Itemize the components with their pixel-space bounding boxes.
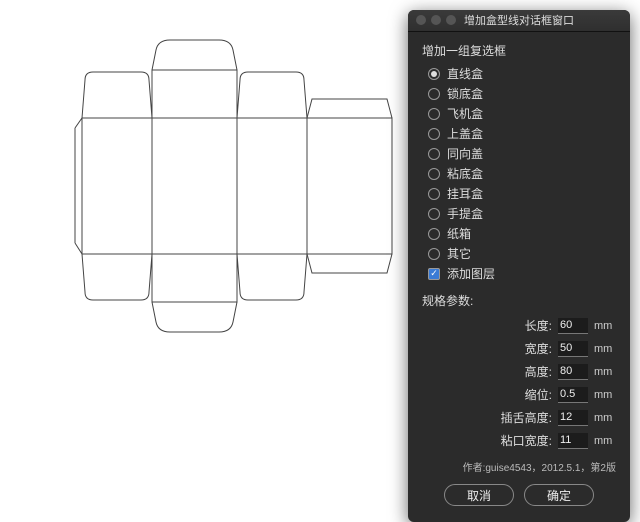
dialog-title: 增加盒型线对话框窗口 bbox=[464, 15, 574, 27]
option-glue-bottom-box[interactable]: 粘底盒 bbox=[428, 165, 616, 182]
box-dieline-svg bbox=[20, 10, 410, 490]
minimize-icon[interactable] bbox=[431, 15, 441, 25]
dialog-buttons: 取消 确定 bbox=[422, 484, 616, 510]
option-label: 直线盒 bbox=[447, 65, 483, 82]
param-length: 长度: mm bbox=[422, 317, 616, 334]
option-carton[interactable]: 纸箱 bbox=[428, 225, 616, 242]
option-label: 纸箱 bbox=[447, 225, 471, 242]
radio-icon[interactable] bbox=[428, 188, 440, 200]
option-other[interactable]: 其它 bbox=[428, 245, 616, 262]
radio-icon[interactable] bbox=[428, 248, 440, 260]
dieline-canvas bbox=[20, 10, 410, 490]
unit-label: mm bbox=[594, 389, 616, 401]
option-add-layer[interactable]: 添加图层 bbox=[428, 265, 616, 282]
zoom-icon[interactable] bbox=[446, 15, 456, 25]
param-label: 缩位: bbox=[525, 386, 552, 403]
param-glue-width: 粘口宽度: mm bbox=[422, 432, 616, 449]
param-width: 宽度: mm bbox=[422, 340, 616, 357]
box-dialog: 增加盒型线对话框窗口 增加一组复选框 直线盒 锁底盒 飞机盒 上盖盒 同 bbox=[408, 10, 630, 522]
option-airplane-box[interactable]: 飞机盒 bbox=[428, 105, 616, 122]
option-same-direction-cover[interactable]: 同向盖 bbox=[428, 145, 616, 162]
option-label: 飞机盒 bbox=[447, 105, 483, 122]
option-group-label: 增加一组复选框 bbox=[422, 42, 616, 59]
glue-width-input[interactable] bbox=[558, 433, 588, 449]
param-label: 高度: bbox=[525, 363, 552, 380]
radio-icon[interactable] bbox=[428, 208, 440, 220]
spec-params: 长度: mm 宽度: mm 高度: mm 缩位: mm 插舌高度: bbox=[422, 317, 616, 449]
option-label: 其它 bbox=[447, 245, 471, 262]
checkbox-icon[interactable] bbox=[428, 268, 440, 280]
param-label: 宽度: bbox=[525, 340, 552, 357]
box-type-options: 直线盒 锁底盒 飞机盒 上盖盒 同向盖 粘底盒 bbox=[428, 65, 616, 282]
option-straight-box[interactable]: 直线盒 bbox=[428, 65, 616, 82]
option-top-cover-box[interactable]: 上盖盒 bbox=[428, 125, 616, 142]
length-input[interactable] bbox=[558, 318, 588, 334]
author-credit: 作者:guise4543，2012.5.1，第2版 bbox=[422, 459, 616, 474]
tongue-height-input[interactable] bbox=[558, 410, 588, 426]
dialog-body: 增加一组复选框 直线盒 锁底盒 飞机盒 上盖盒 同向盖 bbox=[408, 32, 630, 522]
option-label: 添加图层 bbox=[447, 265, 495, 282]
radio-icon[interactable] bbox=[428, 168, 440, 180]
ok-button[interactable]: 确定 bbox=[524, 484, 594, 506]
radio-icon[interactable] bbox=[428, 228, 440, 240]
param-label: 插舌高度: bbox=[501, 409, 552, 426]
param-tongue-height: 插舌高度: mm bbox=[422, 409, 616, 426]
shrink-input[interactable] bbox=[558, 387, 588, 403]
unit-label: mm bbox=[594, 412, 616, 424]
radio-icon[interactable] bbox=[428, 68, 440, 80]
dialog-titlebar[interactable]: 增加盒型线对话框窗口 bbox=[408, 10, 630, 32]
option-label: 粘底盒 bbox=[447, 165, 483, 182]
option-lock-bottom-box[interactable]: 锁底盒 bbox=[428, 85, 616, 102]
width-input[interactable] bbox=[558, 341, 588, 357]
option-label: 锁底盒 bbox=[447, 85, 483, 102]
height-input[interactable] bbox=[558, 364, 588, 380]
option-label: 手提盒 bbox=[447, 205, 483, 222]
option-label: 挂耳盒 bbox=[447, 185, 483, 202]
radio-icon[interactable] bbox=[428, 108, 440, 120]
window-controls[interactable] bbox=[416, 15, 456, 25]
unit-label: mm bbox=[594, 343, 616, 355]
unit-label: mm bbox=[594, 320, 616, 332]
radio-icon[interactable] bbox=[428, 128, 440, 140]
param-shrink: 缩位: mm bbox=[422, 386, 616, 403]
param-label: 粘口宽度: bbox=[501, 432, 552, 449]
radio-icon[interactable] bbox=[428, 88, 440, 100]
param-height: 高度: mm bbox=[422, 363, 616, 380]
option-hang-ear-box[interactable]: 挂耳盒 bbox=[428, 185, 616, 202]
close-icon[interactable] bbox=[416, 15, 426, 25]
unit-label: mm bbox=[594, 366, 616, 378]
option-label: 同向盖 bbox=[447, 145, 483, 162]
option-handle-box[interactable]: 手提盒 bbox=[428, 205, 616, 222]
option-label: 上盖盒 bbox=[447, 125, 483, 142]
unit-label: mm bbox=[594, 435, 616, 447]
spec-params-label: 规格参数: bbox=[422, 292, 616, 309]
param-label: 长度: bbox=[525, 317, 552, 334]
cancel-button[interactable]: 取消 bbox=[444, 484, 514, 506]
radio-icon[interactable] bbox=[428, 148, 440, 160]
